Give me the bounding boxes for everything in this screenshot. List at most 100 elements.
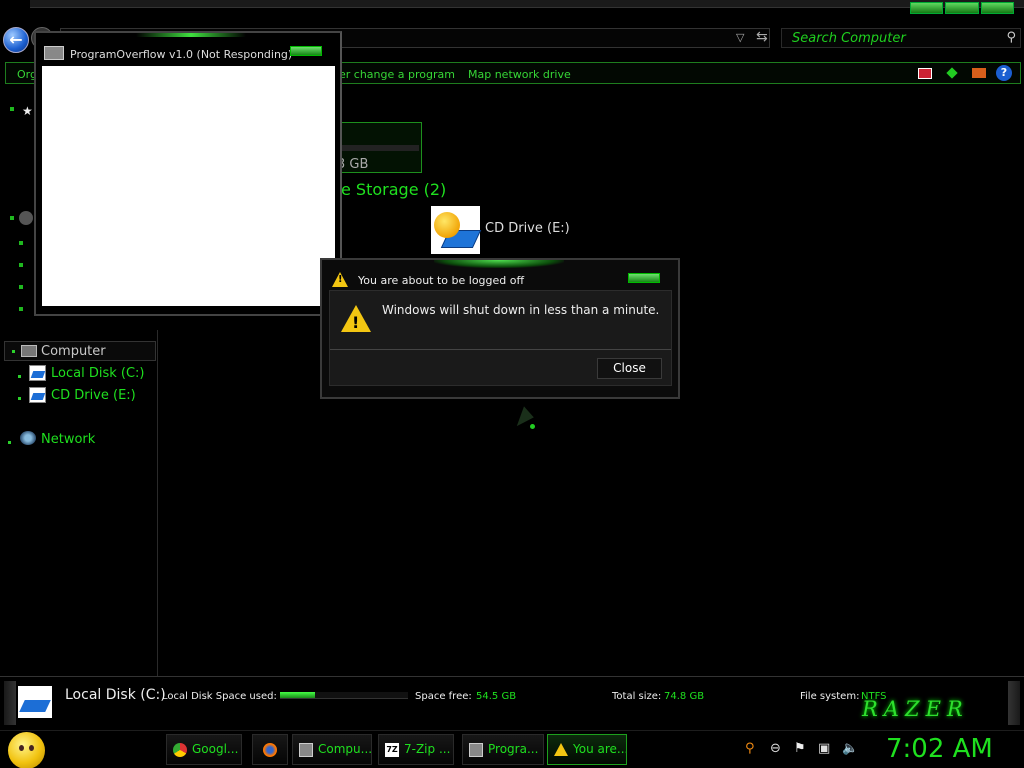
title-glow (434, 260, 564, 268)
chrome-icon (173, 742, 187, 757)
minimize-button[interactable] (910, 2, 944, 14)
volume-icon[interactable]: 🔈 (842, 741, 858, 756)
uninstall-program-button[interactable]: er change a program (339, 68, 455, 81)
search-input[interactable]: Search Computer (792, 31, 906, 46)
window-title: ProgramOverflow v1.0 (Not Responding) (70, 48, 293, 61)
cd-drive-icon (29, 387, 46, 403)
dialog-body: ! Windows will shut down in less than a … (329, 290, 672, 386)
taskbar-item-computer[interactable]: Compu... (292, 734, 372, 765)
window-client-area[interactable] (42, 66, 335, 306)
network-tray-icon[interactable]: ▣ (818, 741, 830, 756)
local-disk-icon (18, 686, 52, 718)
window-controls (910, 2, 1014, 14)
view-options-icon[interactable] (918, 67, 932, 79)
details-edge (1008, 681, 1020, 725)
logoff-dialog[interactable]: ! You are about to be logged off ! Windo… (320, 258, 680, 399)
taskbar-item-label: 7-Zip ... (404, 742, 451, 756)
dialog-message: Windows will shut down in less than a mi… (382, 303, 660, 317)
minimize-button[interactable] (290, 46, 322, 56)
nav-bullet (19, 263, 23, 267)
details-pane: Local Disk (C:) Local Disk Space used: S… (0, 676, 1024, 730)
nav-bullet (12, 350, 15, 353)
taskbar-item-label: Progra... (488, 742, 539, 756)
warning-icon: ! (332, 272, 348, 287)
nav-bullet (18, 375, 21, 378)
total-size-label: Total size: (612, 691, 662, 702)
favorites-star-icon[interactable]: ★ (22, 104, 33, 118)
taskbar-item-chrome[interactable]: Googl... (166, 734, 242, 765)
details-edge (4, 681, 16, 725)
nav-label-computer: Computer (41, 344, 106, 359)
close-button[interactable]: Close (597, 358, 662, 379)
nav-item-network[interactable]: Network (41, 432, 95, 447)
command-bar-icons: ? (918, 65, 1012, 81)
nav-item-local-disk[interactable]: Local Disk (C:) (51, 366, 144, 381)
not-responding-window[interactable]: ProgramOverflow v1.0 (Not Responding) (34, 31, 342, 316)
removable-storage-heading[interactable]: e Storage (2) (341, 180, 446, 199)
action-center-flag-icon[interactable]: ⚑ (794, 741, 806, 756)
tray-status-icon[interactable]: ⊖ (770, 741, 781, 756)
taskbar-item-label: You are... (573, 742, 627, 756)
address-dropdown-icon[interactable]: ▽ (736, 31, 744, 44)
nav-item-cd-drive[interactable]: CD Drive (E:) (51, 388, 136, 403)
taskbar-item-label: Googl... (192, 742, 239, 756)
space-used-bar (280, 692, 408, 699)
program-icon (469, 742, 483, 757)
taskbar-item-firefox[interactable] (252, 734, 288, 765)
warning-icon: ! (341, 305, 371, 332)
drive-usage-bar (337, 145, 419, 151)
cursor-busy-icon (530, 424, 535, 429)
local-disk-tile[interactable]: 3 GB (336, 122, 422, 173)
taskbar-item-logoff-warning[interactable]: You are... (547, 734, 627, 765)
nav-bullet (8, 441, 11, 444)
space-used-label: Local Disk Space used: (162, 691, 277, 702)
firefox-icon (263, 742, 277, 757)
space-used-fill (280, 692, 315, 698)
cd-drive-label[interactable]: CD Drive (E:) (485, 221, 570, 236)
pane-divider[interactable] (157, 330, 158, 676)
7zip-icon: 7Z (385, 742, 399, 757)
nav-bullet (18, 397, 21, 400)
nav-bullet (19, 307, 23, 311)
smiley-face-icon (434, 212, 460, 238)
title-glow (136, 33, 246, 37)
file-system-label: File system: (800, 691, 860, 702)
space-free-label: Space free: (415, 691, 472, 702)
dialog-title: You are about to be logged off (358, 274, 525, 287)
search-icon[interactable]: ⚲ (745, 741, 755, 756)
minimize-button[interactable] (628, 273, 660, 283)
razer-logo: RAZER (862, 697, 969, 721)
maximize-button[interactable] (945, 2, 979, 14)
nav-bullet (10, 216, 14, 220)
nav-bullet (10, 107, 14, 111)
network-icon (20, 431, 36, 445)
close-window-button[interactable] (980, 2, 1014, 14)
search-box[interactable]: Search Computer ⚲ (781, 28, 1021, 48)
refresh-icon[interactable]: ⇆ (756, 29, 768, 45)
space-free-value: 54.5 GB (476, 691, 517, 702)
libraries-icon[interactable] (19, 211, 33, 225)
divider (330, 349, 671, 350)
nav-bullet (19, 285, 23, 289)
map-network-drive-button[interactable]: Map network drive (468, 68, 571, 81)
nav-bullet (19, 241, 23, 245)
preview-pane-icon[interactable] (972, 68, 986, 78)
taskbar-item-program[interactable]: Progra... (462, 734, 544, 765)
cd-drive-icon[interactable] (431, 206, 482, 254)
back-button[interactable]: ← (3, 27, 29, 53)
nav-item-computer[interactable]: Computer (4, 341, 156, 361)
taskbar: Googl... Compu... 7Z 7-Zip ... Progra... … (0, 730, 1024, 768)
taskbar-item-7zip[interactable]: 7Z 7-Zip ... (378, 734, 454, 765)
total-size-value: 74.8 GB (664, 691, 705, 702)
clock[interactable]: 7:02 AM (886, 734, 993, 764)
computer-icon (21, 345, 37, 357)
warning-icon (554, 743, 568, 756)
local-disk-icon (29, 365, 46, 381)
search-icon[interactable]: ⚲ (1006, 30, 1016, 45)
help-icon[interactable]: ? (996, 65, 1012, 81)
computer-icon (299, 742, 313, 757)
start-button[interactable] (8, 732, 45, 768)
taskbar-item-label: Compu... (318, 742, 372, 756)
program-icon (44, 46, 64, 60)
view-toggle-icon[interactable] (946, 67, 958, 79)
